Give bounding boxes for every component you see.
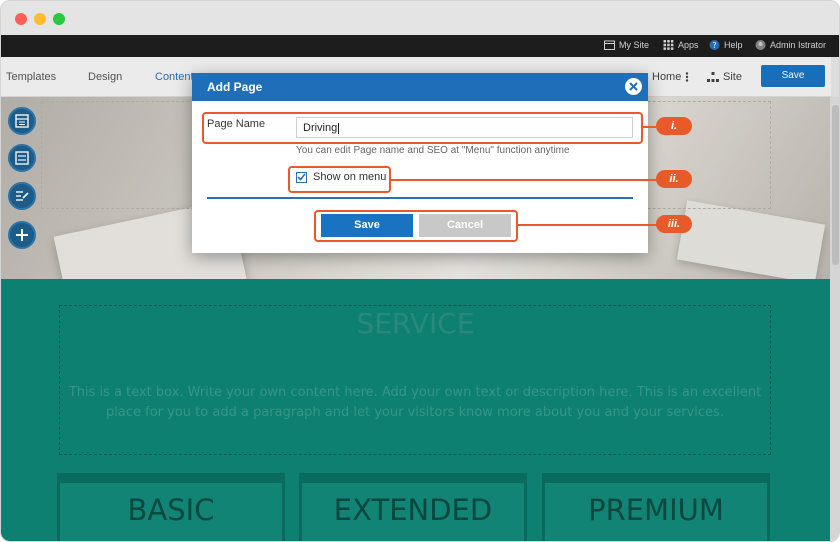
close-window-button[interactable]: [15, 13, 27, 25]
callout-frame-buttons: [314, 210, 518, 242]
close-icon: [629, 82, 638, 91]
maximize-window-button[interactable]: [53, 13, 65, 25]
dialog-title: Add Page: [207, 80, 263, 94]
callout-tag-3: iii.: [656, 215, 692, 233]
dialog-header: Add Page: [192, 73, 648, 101]
dialog-divider: [207, 197, 633, 199]
callout-connector: [391, 179, 657, 181]
callout-frame-page-name: [202, 112, 643, 144]
callout-connector: [518, 224, 657, 226]
minimize-window-button[interactable]: [34, 13, 46, 25]
callout-connector: [643, 126, 657, 128]
callout-tag-1: i.: [656, 117, 692, 135]
title-bar: [1, 1, 839, 35]
dialog-close-button[interactable]: [625, 78, 642, 95]
browser-window: My Site Apps ? Help Admin Istrator Templ…: [0, 0, 840, 542]
callout-tag-2: ii.: [656, 170, 692, 188]
page-name-hint: You can edit Page name and SEO at "Menu"…: [296, 145, 570, 156]
callout-frame-show-on-menu: [288, 166, 391, 193]
